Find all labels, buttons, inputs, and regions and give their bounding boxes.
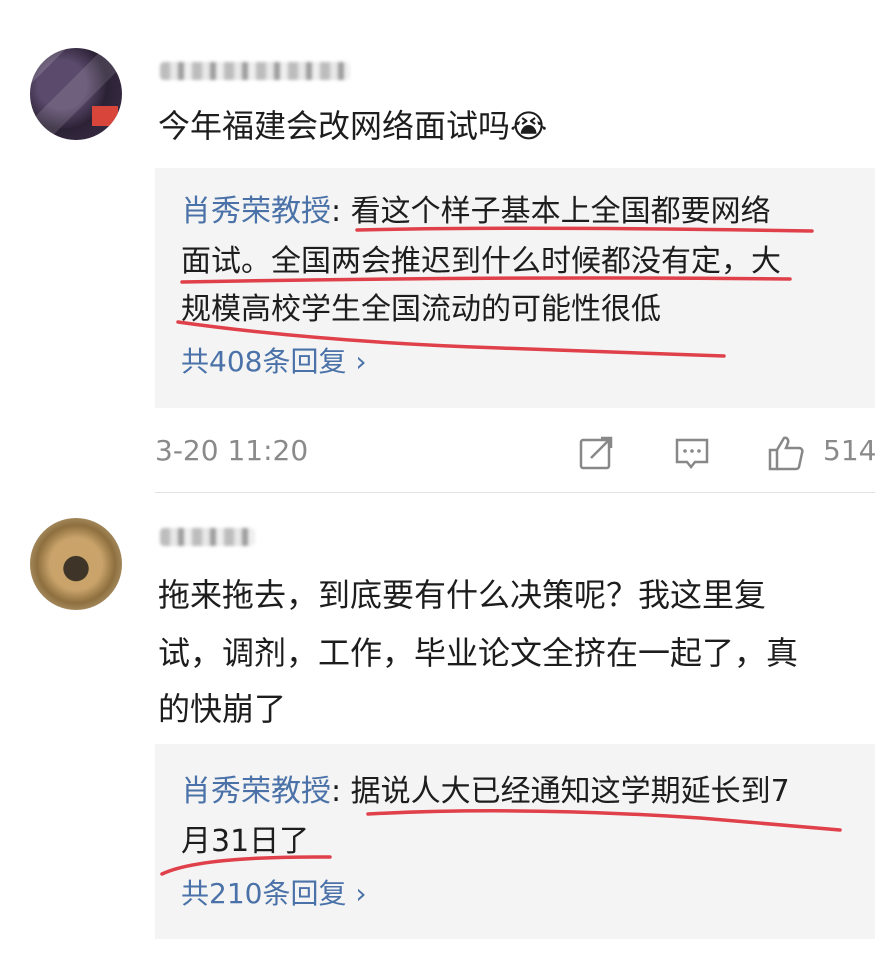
- avatar[interactable]: [30, 518, 122, 610]
- reply-text-line1: 据说人大已经通知这学期延长到7: [350, 774, 790, 809]
- reply-text-line2: 月31日了: [181, 824, 310, 859]
- comment-text-line2: 试，调剂，工作，毕业论文全挤在一起了，真: [158, 634, 799, 672]
- reply-box[interactable]: 肖秀荣教授: 据说人大已经通知这学期延长到7 月31日了 共210条回复 ›: [155, 744, 875, 939]
- comment-2: 拖来拖去，到底要有什么决策呢？我这里复 试，调剂，工作，毕业论文全挤在一起了，真…: [0, 0, 875, 965]
- username-blurred[interactable]: [160, 528, 255, 546]
- reply-count-link[interactable]: 共210条回复 ›: [181, 872, 367, 912]
- reply-line: 肖秀荣教授: 据说人大已经通知这学期延长到7: [181, 768, 790, 816]
- comment-text-line1: 拖来拖去，到底要有什么决策呢？我这里复: [158, 576, 767, 614]
- reply-separator: :: [331, 774, 351, 809]
- comment-text-line3: 的快崩了: [158, 690, 287, 728]
- reply-author[interactable]: 肖秀荣教授: [181, 774, 331, 809]
